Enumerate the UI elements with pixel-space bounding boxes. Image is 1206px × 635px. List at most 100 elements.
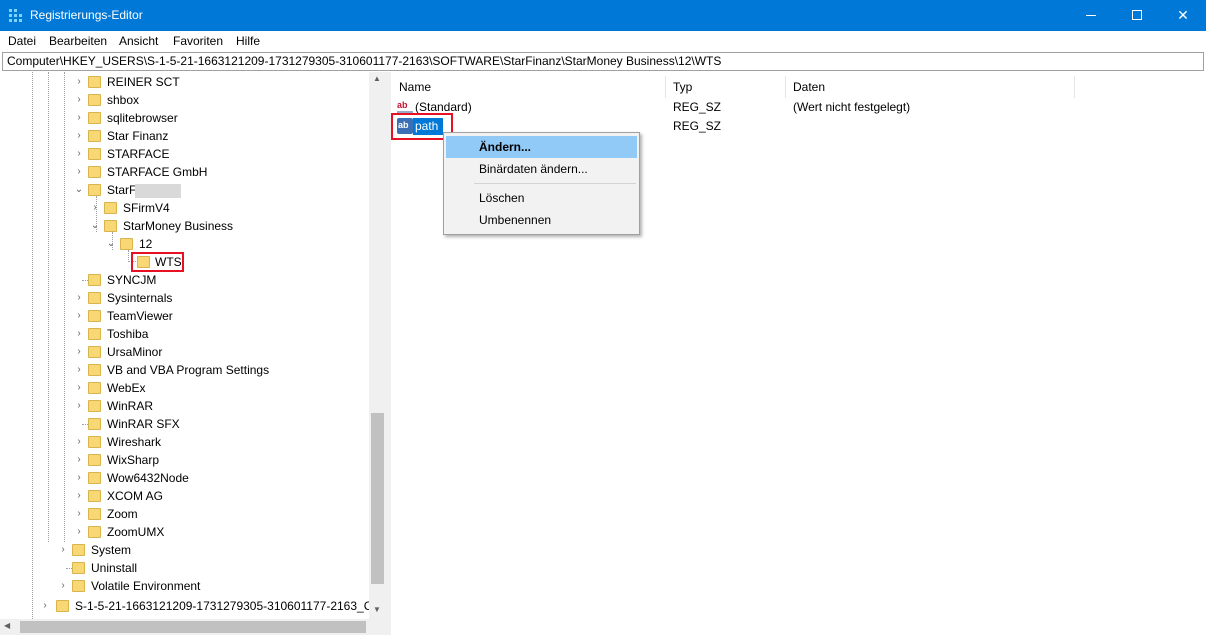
folder-icon — [88, 292, 101, 304]
column-header-data[interactable]: Daten — [793, 76, 825, 98]
expand-icon[interactable]: › — [74, 145, 84, 163]
tree-item-zoomumx[interactable]: › ZoomUMX — [0, 523, 369, 541]
expand-icon[interactable]: › — [74, 91, 84, 109]
folder-icon — [88, 130, 101, 142]
scroll-left-icon[interactable]: ◀ — [4, 621, 10, 630]
expand-icon[interactable]: › — [74, 397, 84, 415]
close-button[interactable]: ✕ — [1160, 0, 1206, 31]
tree-item-system[interactable]: › System — [0, 541, 369, 559]
tree-item-winrar-sfx[interactable]: WinRAR SFX — [0, 415, 369, 433]
menu-item-loeschen[interactable]: Löschen — [446, 187, 637, 209]
tree-item-label: WixSharp — [107, 453, 160, 467]
tree-item-label: WinRAR SFX — [107, 417, 180, 431]
column-header-type[interactable]: Typ — [673, 76, 692, 98]
menu-hilfe[interactable]: Hilfe — [236, 34, 260, 48]
expand-icon[interactable]: › — [74, 379, 84, 397]
maximize-button[interactable] — [1114, 0, 1160, 31]
tree-item-vb-vba-settings[interactable]: › VB and VBA Program Settings — [0, 361, 369, 379]
expand-icon[interactable]: › — [74, 469, 84, 487]
tree-item-ursaminor[interactable]: › UrsaMinor — [0, 343, 369, 361]
scrollbar-thumb[interactable] — [371, 413, 384, 584]
address-bar[interactable]: Computer\HKEY_USERS\S-1-5-21-1663121209-… — [2, 52, 1204, 71]
tree-item-12[interactable]: ⌄ 12 — [0, 235, 369, 253]
expand-icon[interactable]: › — [74, 343, 84, 361]
tree-item-starfinanz[interactable]: ⌄ StarFinanz — [0, 181, 369, 199]
expand-icon[interactable]: › — [40, 597, 50, 615]
menu-ansicht[interactable]: Ansicht — [119, 34, 158, 48]
expand-icon[interactable]: › — [58, 541, 68, 559]
tree-item-webex[interactable]: › WebEx — [0, 379, 369, 397]
registry-tree[interactable]: › REINER SCT › shbox › sqlitebrowser › S… — [0, 72, 386, 635]
tree-item-starface[interactable]: › STARFACE — [0, 145, 369, 163]
tree-item-zoom[interactable]: › Zoom — [0, 505, 369, 523]
expand-icon[interactable]: › — [74, 307, 84, 325]
expand-icon[interactable]: › — [74, 163, 84, 181]
collapse-icon[interactable]: ⌄ — [74, 181, 84, 199]
maximize-icon — [1132, 10, 1142, 20]
tree-item-xcom-ag[interactable]: › XCOM AG — [0, 487, 369, 505]
tree-item-label: SYNCJM — [107, 273, 157, 287]
tree-item-toshiba[interactable]: › Toshiba — [0, 325, 369, 343]
menu-favoriten[interactable]: Favoriten — [173, 34, 223, 48]
expand-icon[interactable]: › — [74, 487, 84, 505]
folder-icon — [72, 562, 85, 574]
close-icon: ✕ — [1177, 7, 1189, 23]
folder-icon — [88, 346, 101, 358]
tree-item-uninstall[interactable]: Uninstall — [0, 559, 369, 577]
expand-icon[interactable]: › — [74, 505, 84, 523]
expand-icon[interactable]: › — [74, 325, 84, 343]
expand-icon[interactable]: › — [74, 289, 84, 307]
tree-item-star-finanz[interactable]: › Star Finanz — [0, 127, 369, 145]
scroll-down-icon[interactable]: ▼ — [373, 605, 381, 614]
context-menu: Ändern... Binärdaten ändern... Löschen U… — [443, 132, 640, 235]
expand-icon[interactable]: › — [90, 199, 100, 217]
column-header-name[interactable]: Name — [399, 76, 431, 98]
tree-vertical-scrollbar[interactable]: ▲ ▼ — [369, 72, 386, 619]
tree-item-starface-gmbh[interactable]: › STARFACE GmbH — [0, 163, 369, 181]
value-row-standard[interactable]: ab (Standard) REG_SZ (Wert nicht festgel… — [391, 98, 1206, 116]
folder-icon — [104, 220, 117, 232]
tree-item-syncjm[interactable]: SYNCJM — [0, 271, 369, 289]
tree-item-sqlitebrowser[interactable]: › sqlitebrowser — [0, 109, 369, 127]
menu-datei[interactable]: Datei — [8, 34, 36, 48]
collapse-icon[interactable]: ⌄ — [90, 217, 100, 235]
tree-item-label: Sysinternals — [107, 291, 173, 305]
tree-item-wixsharp[interactable]: › WixSharp — [0, 451, 369, 469]
scroll-up-icon[interactable]: ▲ — [373, 74, 381, 83]
value-type: REG_SZ — [673, 119, 722, 133]
tree-item-winrar[interactable]: › WinRAR — [0, 397, 369, 415]
tree-item-volatile-environment[interactable]: › Volatile Environment — [0, 577, 369, 595]
menu-item-binaerdaten-aendern[interactable]: Binärdaten ändern... — [446, 158, 637, 180]
expand-icon[interactable]: › — [74, 127, 84, 145]
expand-icon[interactable]: › — [58, 577, 68, 595]
expand-icon[interactable]: › — [74, 433, 84, 451]
tree-item-wts[interactable]: WTS — [0, 253, 369, 271]
tree-item-reiner-sct[interactable]: › REINER SCT — [0, 73, 369, 91]
tree-item-label: Uninstall — [91, 561, 138, 575]
tree-item-teamviewer[interactable]: › TeamViewer — [0, 307, 369, 325]
tree-item-label: Wireshark — [107, 435, 162, 449]
tree-item-sysinternals[interactable]: › Sysinternals — [0, 289, 369, 307]
expand-icon[interactable]: › — [74, 451, 84, 469]
tree-item-shbox[interactable]: › shbox — [0, 91, 369, 109]
scrollbar-thumb[interactable] — [20, 621, 366, 633]
menu-item-umbenennen[interactable]: Umbenennen — [446, 209, 637, 231]
expand-icon[interactable]: › — [74, 109, 84, 127]
selection-highlight — [135, 184, 181, 198]
string-value-icon: ab — [397, 99, 413, 113]
tree-item-classes-sid[interactable]: › S-1-5-21-1663121209-1731279305-3106011… — [0, 597, 385, 615]
expand-icon[interactable]: › — [74, 523, 84, 541]
expand-icon[interactable]: › — [74, 73, 84, 91]
tree-item-label: WebEx — [107, 381, 146, 395]
expand-icon[interactable]: › — [74, 361, 84, 379]
minimize-button[interactable] — [1068, 0, 1114, 31]
tree-item-wow6432node[interactable]: › Wow6432Node — [0, 469, 369, 487]
menu-item-aendern[interactable]: Ändern... — [446, 136, 637, 158]
tree-item-starmoney-business[interactable]: ⌄ StarMoney Business — [0, 217, 369, 235]
folder-icon — [88, 328, 101, 340]
tree-item-sfirmv4[interactable]: › SFirmV4 — [0, 199, 369, 217]
tree-item-wireshark[interactable]: › Wireshark — [0, 433, 369, 451]
menu-bearbeiten[interactable]: Bearbeiten — [49, 34, 107, 48]
tree-horizontal-scrollbar[interactable]: ◀ — [0, 619, 386, 635]
collapse-icon[interactable]: ⌄ — [106, 235, 116, 253]
